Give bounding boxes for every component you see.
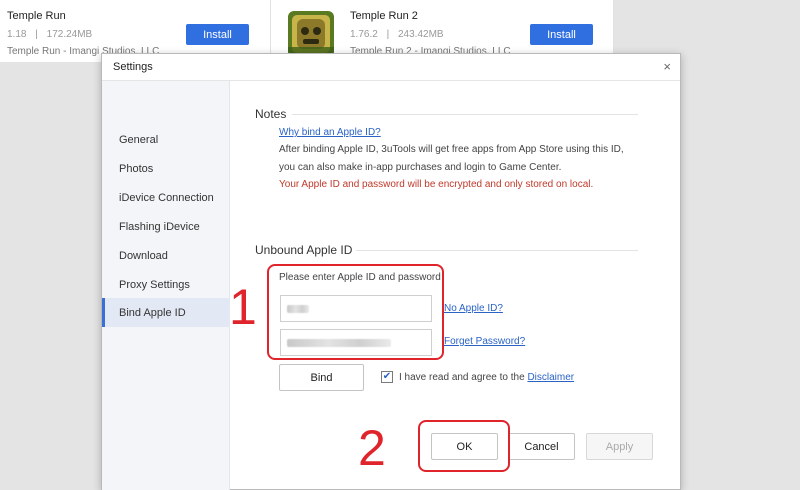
no-apple-id-link[interactable]: No Apple ID? xyxy=(444,303,503,314)
annotation-step-2: 2 xyxy=(358,420,386,476)
meta-separator: | xyxy=(35,29,38,40)
annotation-step-1: 1 xyxy=(229,279,257,335)
agree-text: I have read and agree to the xyxy=(399,372,525,383)
unbound-apple-id-heading: Unbound Apple ID xyxy=(255,243,353,257)
encryption-warning: Your Apple ID and password will be encry… xyxy=(279,179,594,190)
notes-line-2: you can also make in-app purchases and l… xyxy=(279,162,562,173)
bind-button[interactable]: Bind xyxy=(279,364,364,391)
meta-separator: | xyxy=(386,29,390,40)
app-size: 243.42MB xyxy=(397,29,444,40)
install-button[interactable]: Install xyxy=(186,24,249,45)
temple-run-2-app-icon xyxy=(288,11,334,57)
app-meta: 1.18 | 172.24MB xyxy=(7,29,92,40)
sidebar-item-proxy-settings[interactable]: Proxy Settings xyxy=(102,270,230,299)
app-meta: 1.76.2 | 243.42MB xyxy=(350,29,444,40)
annotation-ok-box xyxy=(418,420,510,472)
apply-button[interactable]: Apply xyxy=(586,433,653,460)
sidebar-item-general[interactable]: General xyxy=(102,125,230,154)
close-icon[interactable]: × xyxy=(663,59,671,74)
sidebar-item-bind-apple-id[interactable]: Bind Apple ID xyxy=(102,298,230,327)
install-button[interactable]: Install xyxy=(530,24,593,45)
app-version: 1.18 xyxy=(7,29,27,40)
section-divider xyxy=(356,250,638,251)
annotation-credentials-box xyxy=(267,264,444,360)
sidebar-item-idevice-connection[interactable]: iDevice Connection xyxy=(102,183,230,212)
dialog-titlebar[interactable]: Settings × xyxy=(102,54,680,81)
dialog-title: Settings xyxy=(113,61,153,73)
notes-line-1: After binding Apple ID, 3uTools will get… xyxy=(279,144,624,155)
cancel-button[interactable]: Cancel xyxy=(508,433,575,460)
app-version: 1.76.2 xyxy=(350,29,378,40)
notes-heading: Notes xyxy=(255,107,287,121)
settings-sidebar: General Photos iDevice Connection Flashi… xyxy=(102,81,230,490)
forget-password-link[interactable]: Forget Password? xyxy=(444,336,525,347)
agree-checkbox[interactable]: ✔ xyxy=(381,371,393,383)
disclaimer-link[interactable]: Disclaimer xyxy=(527,372,574,383)
sidebar-item-flashing-idevice[interactable]: Flashing iDevice xyxy=(102,212,230,241)
sidebar-item-photos[interactable]: Photos xyxy=(102,154,230,183)
section-divider xyxy=(292,114,638,115)
app-name: Temple Run xyxy=(7,10,66,22)
app-name: Temple Run 2 xyxy=(350,10,418,22)
why-bind-apple-id-link[interactable]: Why bind an Apple ID? xyxy=(279,127,381,138)
sidebar-item-download[interactable]: Download xyxy=(102,241,230,270)
app-size: 172.24MB xyxy=(46,29,93,40)
agree-label: I have read and agree to the Disclaimer xyxy=(399,372,574,383)
